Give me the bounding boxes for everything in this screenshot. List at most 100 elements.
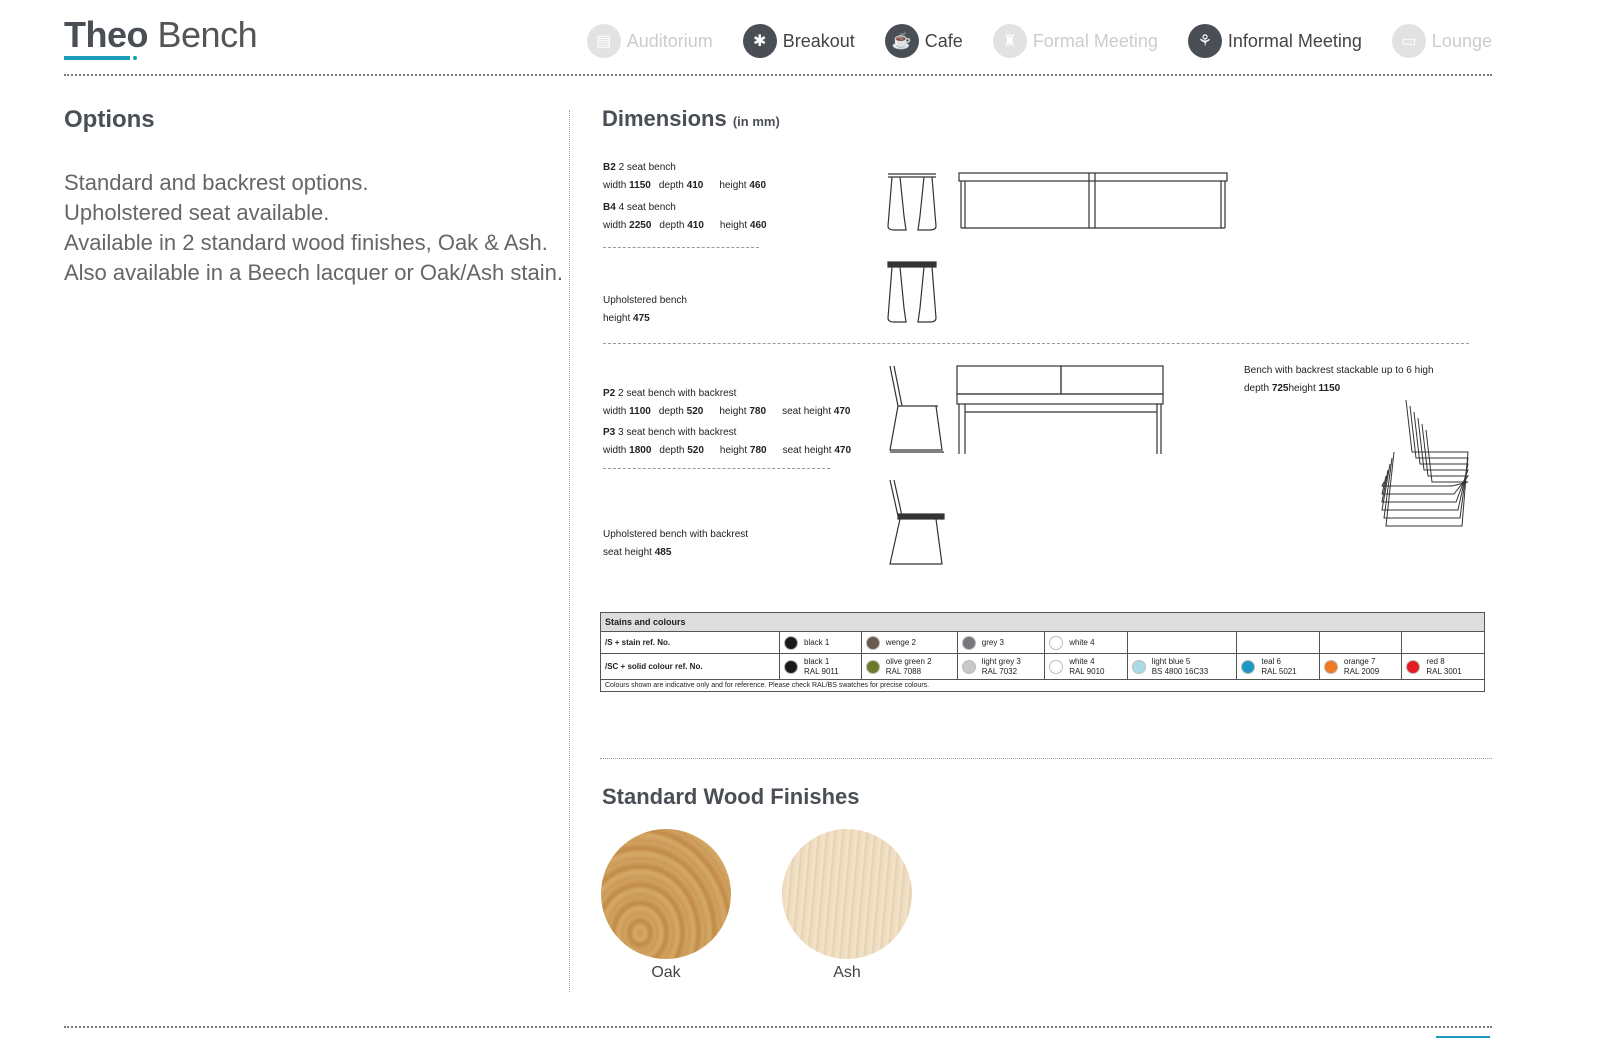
solid-row-label: /SC + solid colour ref. No.: [600, 653, 780, 680]
spec-name: 3 seat bench with backrest: [618, 427, 737, 438]
nav-formal-meeting[interactable]: ♜ Formal Meeting: [992, 24, 1158, 58]
title-light: Bench: [157, 14, 258, 55]
swatch-ref: RAL 5021: [1261, 666, 1297, 676]
nav-cafe[interactable]: ☕ Cafe: [884, 24, 963, 58]
spec-name: 2 seat bench with backrest: [618, 388, 737, 399]
color-swatch: [1131, 659, 1146, 674]
color-swatch: [784, 635, 798, 650]
title-bold: Theo: [64, 14, 149, 55]
value-width: 1150: [629, 180, 651, 191]
swatch-ref: RAL 2009: [1343, 666, 1380, 676]
label-depth: depth: [659, 220, 685, 231]
oak-swatch: [601, 829, 731, 959]
top-divider: [64, 74, 1492, 76]
spec-name: Upholstered bench with backrest: [603, 529, 749, 540]
options-line: Also available in a Beech lacquer or Oak…: [64, 260, 563, 285]
color-swatch: [865, 635, 880, 650]
empty-cell: [1126, 631, 1238, 654]
color-swatch: [1323, 659, 1338, 674]
spec-name: 2 seat bench: [618, 162, 676, 173]
label-width: width: [603, 180, 627, 191]
stains-header: Stains and colours: [600, 612, 1485, 632]
application-nav: ▤ Auditorium ✱ Breakout ☕ Cafe ♜ Formal …: [586, 24, 1492, 58]
swatch-ref: RAL 7032: [981, 666, 1018, 676]
label-depth: depth: [658, 180, 684, 191]
dimensions-heading: Dimensions (in mm): [602, 106, 780, 132]
swatch-ref: RAL 9010: [1069, 666, 1105, 676]
swatch-name: red 8: [1426, 656, 1445, 666]
formal-meeting-icon: ♜: [992, 24, 1027, 58]
swatch-cell: black 1: [779, 631, 862, 654]
nav-informal-meeting[interactable]: ⚘ Informal Meeting: [1187, 24, 1362, 58]
value-width: 1800: [629, 445, 652, 456]
spec-p2: P2 2 seat bench with backrest width 1100…: [603, 385, 850, 421]
swatch-ref: RAL 9011: [804, 666, 839, 676]
color-swatch: [1241, 659, 1256, 674]
ash-label: Ash: [833, 964, 861, 981]
label-depth: depth: [659, 445, 685, 456]
nav-auditorium[interactable]: ▤ Auditorium: [586, 24, 713, 58]
empty-cell: [1318, 631, 1403, 654]
label-seat-height: seat height: [782, 445, 832, 456]
nav-label: Informal Meeting: [1227, 30, 1362, 51]
swatch-cell: black 1 RAL 9011: [779, 653, 862, 680]
page-title: Theo Bench: [64, 14, 258, 56]
swatch-name: olive green 2: [885, 656, 932, 666]
value-seat-height: 470: [834, 445, 852, 456]
label-height: height: [719, 445, 748, 456]
nav-breakout[interactable]: ✱ Breakout: [742, 24, 855, 58]
section-divider: [603, 343, 1469, 344]
spec-name: Upholstered bench: [603, 295, 687, 306]
empty-cell: [1401, 631, 1485, 654]
value-height: 780: [749, 445, 767, 456]
auditorium-icon: ▤: [586, 24, 621, 58]
swatch-cell: wenge 2: [860, 631, 958, 654]
swatch-name: light grey 3: [981, 656, 1021, 666]
nav-label: Breakout: [782, 30, 855, 51]
nav-label: Lounge: [1431, 30, 1492, 51]
nav-label: Cafe: [924, 30, 963, 51]
nav-label: Formal Meeting: [1032, 30, 1158, 51]
spec-name: 4 seat bench: [618, 202, 676, 213]
cafe-icon: ☕: [884, 24, 919, 58]
value-height: 460: [749, 220, 767, 231]
color-swatch: [784, 659, 798, 674]
swatch-name: black 1: [804, 656, 830, 666]
spec-name: Bench with backrest stackable up to 6 hi…: [1244, 365, 1434, 376]
upholstered-bench-drawing: [887, 261, 937, 323]
stains-note: Colours shown are indicative only and fo…: [600, 679, 1485, 692]
color-swatch: [961, 635, 976, 650]
swatch-cell: white 4: [1044, 631, 1128, 654]
swatch-name: grey 3: [981, 637, 1004, 647]
dimensions-title: Dimensions: [602, 106, 727, 131]
wood-heading: Standard Wood Finishes: [602, 784, 860, 809]
nav-label: Auditorium: [626, 30, 713, 51]
wood-divider: [600, 758, 1492, 759]
options-heading: Options: [64, 106, 155, 133]
ash-swatch: [782, 829, 912, 959]
label-depth: depth: [658, 406, 684, 417]
upholstered-backrest-drawing: [889, 479, 945, 565]
label-width: width: [603, 406, 627, 417]
label-height: height: [603, 313, 631, 324]
backrest-bench-front-drawing: [956, 365, 1164, 454]
color-swatch: [1406, 659, 1421, 674]
swatch-name: teal 6: [1261, 656, 1281, 666]
stain-row-label: /S + stain ref. No.: [600, 631, 780, 654]
spec-divider: [603, 468, 830, 469]
label-height: height: [1288, 383, 1316, 394]
value-seat-height: 485: [654, 547, 672, 558]
swatch-ref: BS 4800 16C33: [1151, 666, 1209, 676]
label-width: width: [603, 445, 627, 456]
color-swatch: [865, 659, 880, 674]
swatch-cell: red 8 RAL 3001: [1401, 653, 1485, 680]
options-line: Standard and backrest options.: [64, 170, 369, 195]
title-dot: [133, 56, 137, 60]
spec-code: B2: [603, 162, 616, 173]
bottom-divider: [64, 1026, 1492, 1028]
options-line: Available in 2 standard wood finishes, O…: [64, 230, 548, 255]
nav-lounge[interactable]: ▭ Lounge: [1391, 24, 1492, 58]
value-width: 1100: [629, 406, 651, 417]
label-depth: depth: [1244, 383, 1270, 394]
swatch-cell: light blue 5 BS 4800 16C33: [1126, 653, 1238, 680]
